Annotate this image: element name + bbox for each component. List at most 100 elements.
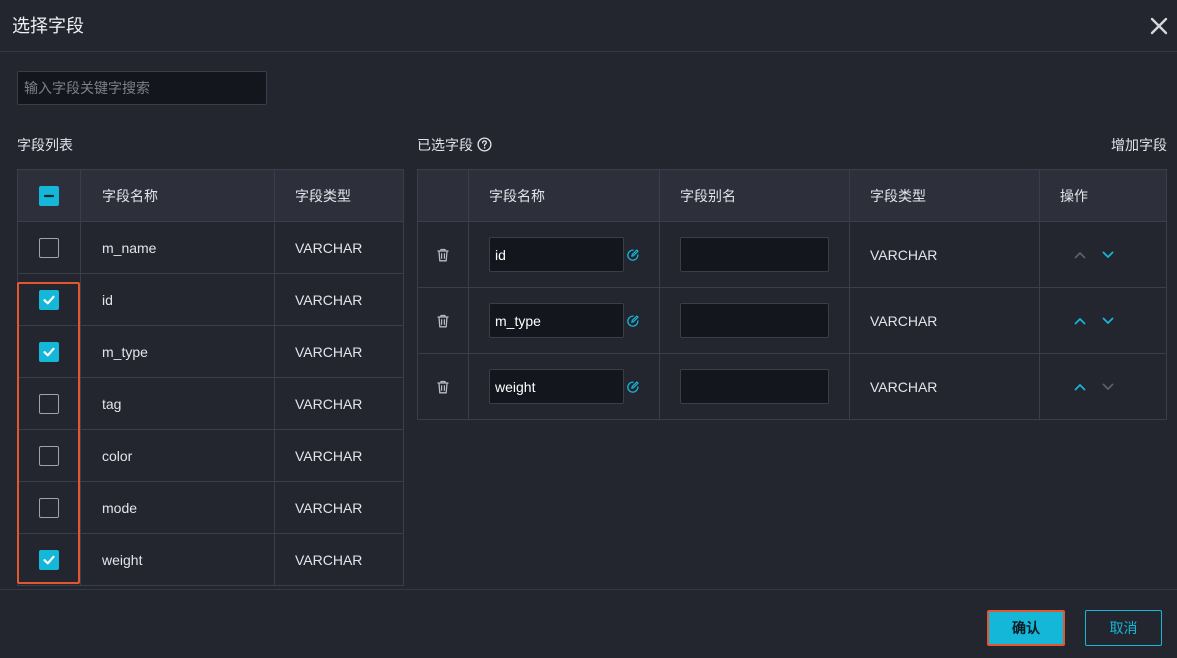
header-ops: 操作: [1060, 187, 1088, 204]
field-type: VARCHAR: [295, 551, 363, 568]
delete-cell: [418, 222, 469, 287]
checkbox-cell: [18, 222, 81, 273]
selected-fields-title-wrap: 已选字段: [417, 135, 492, 155]
checkbox-cell: [18, 430, 81, 481]
checkbox-cell: [18, 274, 81, 325]
ops-cell: [1040, 222, 1166, 287]
header-field-type: 字段类型: [295, 187, 351, 204]
add-field-button[interactable]: 增加字段: [1111, 135, 1167, 155]
field-name: weight: [81, 534, 275, 585]
alias-input[interactable]: [680, 237, 829, 272]
selected-name-input[interactable]: [489, 303, 624, 338]
selected-type: VARCHAR: [850, 222, 1040, 287]
checkbox-cell: [18, 534, 81, 585]
field-list-row[interactable]: tag VARCHAR: [18, 378, 403, 430]
name-cell: [469, 288, 660, 353]
chevron-down-icon[interactable]: [1101, 248, 1115, 262]
field-checkbox[interactable]: [39, 289, 59, 310]
field-name: m_type: [81, 326, 275, 377]
dialog-title: 选择字段: [12, 16, 84, 36]
field-name: m_name: [81, 222, 275, 273]
ops-cell: [1040, 288, 1166, 353]
alias-input[interactable]: [680, 303, 829, 338]
checkbox-cell: [18, 326, 81, 377]
field-list-row[interactable]: mode VARCHAR: [18, 482, 403, 534]
field-checkbox[interactable]: [39, 549, 59, 570]
field-list-row[interactable]: weight VARCHAR: [18, 534, 403, 586]
check-icon: [43, 347, 55, 356]
field-checkbox[interactable]: [39, 341, 59, 362]
field-list-table: 字段名称 字段类型 m_name VARCHAR id VARCHAR m_type VA…: [17, 169, 404, 586]
select-all-checkbox[interactable]: [39, 185, 59, 206]
field-list-row[interactable]: id VARCHAR: [18, 274, 403, 326]
chevron-down-icon[interactable]: [1101, 314, 1115, 328]
edit-icon[interactable]: [626, 380, 640, 394]
cancel-button[interactable]: 取消: [1085, 610, 1162, 646]
header-selected-name: 字段名称: [469, 170, 660, 221]
confirm-button[interactable]: 确认: [987, 610, 1065, 646]
field-name: mode: [81, 482, 275, 533]
selected-type: VARCHAR: [850, 354, 1040, 419]
chevron-up-icon[interactable]: [1073, 380, 1087, 394]
field-list-title: 字段列表: [17, 137, 73, 153]
help-icon[interactable]: [477, 137, 492, 152]
header-delete-col: [418, 170, 469, 221]
selected-fields-title: 已选字段: [417, 137, 473, 153]
check-icon: [43, 555, 55, 564]
selected-type: VARCHAR: [850, 288, 1040, 353]
trash-icon[interactable]: [436, 380, 450, 394]
field-name: id: [81, 274, 275, 325]
header-field-name: 字段名称: [81, 170, 275, 221]
name-cell: [469, 354, 660, 419]
search-input[interactable]: [17, 71, 267, 105]
checkbox-cell: [18, 378, 81, 429]
check-icon: [43, 295, 55, 304]
select-all-cell: [18, 170, 81, 221]
ops-cell: [1040, 354, 1166, 419]
header-selected-type: 字段类型: [850, 170, 1040, 221]
close-icon: [1150, 17, 1168, 35]
alias-cell: [660, 288, 850, 353]
selected-fields-header: 字段名称 字段别名 字段类型 操作: [418, 170, 1166, 222]
field-type: VARCHAR: [295, 291, 363, 308]
alias-input[interactable]: [680, 369, 829, 404]
selected-field-row: VARCHAR: [418, 222, 1166, 288]
selected-name-input[interactable]: [489, 237, 624, 272]
alias-cell: [660, 222, 850, 287]
field-type: VARCHAR: [295, 239, 363, 256]
trash-icon[interactable]: [436, 314, 450, 328]
field-name: tag: [81, 378, 275, 429]
trash-icon[interactable]: [436, 248, 450, 262]
selected-fields-table: 字段名称 字段别名 字段类型 操作 VARCHARVARCHARVARCHAR: [417, 169, 1167, 420]
field-name: color: [81, 430, 275, 481]
delete-cell: [418, 354, 469, 419]
name-cell: [469, 222, 660, 287]
edit-icon[interactable]: [626, 248, 640, 262]
selected-name-input[interactable]: [489, 369, 624, 404]
delete-cell: [418, 288, 469, 353]
field-type: VARCHAR: [295, 447, 363, 464]
field-checkbox[interactable]: [39, 393, 59, 414]
field-list-row[interactable]: color VARCHAR: [18, 430, 403, 482]
field-checkbox[interactable]: [39, 445, 59, 466]
dialog-header: 选择字段: [0, 0, 1177, 52]
field-checkbox[interactable]: [39, 497, 59, 518]
field-type: VARCHAR: [295, 343, 363, 360]
edit-icon[interactable]: [626, 314, 640, 328]
field-type: VARCHAR: [295, 395, 363, 412]
field-checkbox[interactable]: [39, 237, 59, 258]
field-list-row[interactable]: m_name VARCHAR: [18, 222, 403, 274]
chevron-down-icon[interactable]: [1101, 380, 1115, 394]
field-type: VARCHAR: [295, 499, 363, 516]
field-list-header: 字段名称 字段类型: [18, 170, 403, 222]
checkbox-cell: [18, 482, 81, 533]
selected-field-row: VARCHAR: [418, 354, 1166, 420]
field-list-row[interactable]: m_type VARCHAR: [18, 326, 403, 378]
close-button[interactable]: [1147, 14, 1171, 38]
chevron-up-icon[interactable]: [1073, 314, 1087, 328]
minus-icon: [43, 194, 55, 197]
alias-cell: [660, 354, 850, 419]
chevron-up-icon[interactable]: [1073, 248, 1087, 262]
header-alias: 字段别名: [660, 170, 850, 221]
selected-field-row: VARCHAR: [418, 288, 1166, 354]
